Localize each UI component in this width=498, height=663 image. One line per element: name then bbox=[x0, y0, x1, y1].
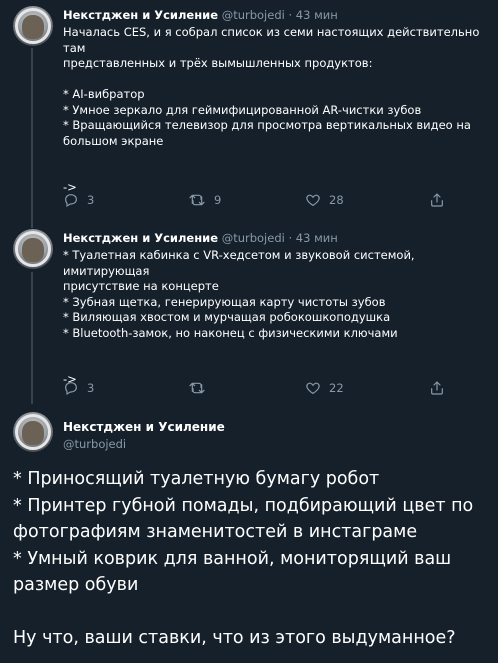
tweet-actions: 3 22 bbox=[63, 380, 463, 398]
tweet-line: большом экране bbox=[63, 133, 164, 148]
timestamp[interactable]: 43 мин bbox=[296, 231, 338, 245]
heart-icon bbox=[306, 382, 320, 394]
reply-count: 3 bbox=[87, 193, 95, 207]
author-name[interactable]: Некстджен и Усиление bbox=[63, 8, 218, 22]
tweet-line: * Вращающийся телевизор для просмотра ве… bbox=[63, 118, 471, 132]
retweet-button[interactable]: 9 bbox=[188, 192, 221, 208]
share-icon bbox=[431, 193, 443, 207]
timestamp[interactable]: 43 мин bbox=[296, 8, 338, 22]
tweet-line: * AI-вибратор bbox=[63, 87, 145, 101]
like-button[interactable]: 22 bbox=[305, 380, 344, 396]
tweet-line: * Bluetooth-замок, но наконец с физическ… bbox=[63, 325, 398, 340]
tweet-line: * Приносящий туалетную бумагу робот bbox=[13, 469, 380, 489]
author-avatar[interactable] bbox=[13, 6, 53, 46]
author-handle[interactable]: @turbojedi bbox=[222, 8, 285, 22]
tweet-line: размер обуви bbox=[13, 575, 139, 595]
tweet-line bbox=[13, 599, 493, 626]
thread-line bbox=[31, 48, 33, 228]
like-count: 22 bbox=[329, 381, 344, 395]
tweet-header: Некстджен и Усиление @turbojedi · 43 мин bbox=[63, 231, 338, 246]
author-avatar[interactable] bbox=[13, 229, 53, 269]
separator: · bbox=[288, 231, 293, 245]
tweet-text: * Приносящий туалетную бумагу робот * Пр… bbox=[13, 466, 493, 652]
tweet-line: * Умное зеркало для геймифицированной AR… bbox=[63, 102, 422, 117]
tweet-line bbox=[63, 357, 495, 373]
author-name[interactable]: Некстджен и Усиление bbox=[63, 419, 225, 435]
retweet-button[interactable] bbox=[188, 380, 218, 396]
tweet-line: Началась CES, и я собрал список из семи … bbox=[63, 25, 480, 55]
retweet-icon bbox=[189, 194, 205, 206]
share-button[interactable] bbox=[429, 380, 445, 396]
like-button[interactable]: 28 bbox=[305, 192, 344, 208]
tweet-line: * Зубная щетка, генерирующая карту чисто… bbox=[63, 294, 386, 309]
tweet-line: представленных и трёх вымышленных продук… bbox=[63, 56, 373, 70]
tweet-line: * Виляющая хвостом и мурчащая робокошкоп… bbox=[63, 310, 391, 324]
author-handle[interactable]: @turbojedi bbox=[63, 436, 126, 452]
tweet-line: фотографиям знаменитостей в инстаграме bbox=[13, 522, 418, 542]
retweet-count: 9 bbox=[214, 193, 222, 207]
tweet-actions: 3 9 28 bbox=[63, 192, 463, 210]
reply-icon bbox=[65, 194, 77, 208]
tweet-line bbox=[63, 165, 495, 181]
retweet-count bbox=[214, 381, 218, 395]
reply-button[interactable]: 3 bbox=[63, 192, 94, 208]
tweet-line: Ну что, ваши ставки, что из этого выдума… bbox=[13, 628, 456, 648]
author-avatar[interactable] bbox=[13, 412, 53, 452]
thread-line bbox=[31, 272, 33, 404]
tweet-line: * Принтер губной помады, подбирающий цве… bbox=[13, 495, 474, 516]
reply-count: 3 bbox=[87, 381, 95, 395]
share-button[interactable] bbox=[429, 192, 445, 208]
tweet-line bbox=[63, 341, 495, 357]
heart-icon bbox=[306, 194, 320, 206]
tweet-line: * Умный коврик для ванной, мониторящий в… bbox=[13, 548, 452, 569]
tweet-line: * Туалетная кабинка с VR-хедсетом и звук… bbox=[63, 248, 415, 278]
tweet-text: * Туалетная кабинка с VR-хедсетом и звук… bbox=[63, 248, 495, 388]
author-handle[interactable]: @turbojedi bbox=[222, 231, 285, 245]
like-count: 28 bbox=[329, 193, 344, 207]
separator: · bbox=[288, 8, 293, 22]
reply-icon bbox=[65, 382, 77, 396]
tweet-line: присутствие на концерте bbox=[63, 279, 219, 293]
share-icon bbox=[431, 381, 443, 395]
tweet-header: Некстджен и Усиление @turbojedi · 43 мин bbox=[63, 8, 338, 23]
tweet-text: Началась CES, и я собрал список из семи … bbox=[63, 25, 495, 196]
tweet-line bbox=[63, 149, 495, 165]
author-name[interactable]: Некстджен и Усиление bbox=[63, 231, 218, 245]
tweet-line bbox=[63, 72, 495, 88]
reply-button[interactable]: 3 bbox=[63, 380, 94, 396]
retweet-icon bbox=[189, 382, 205, 394]
